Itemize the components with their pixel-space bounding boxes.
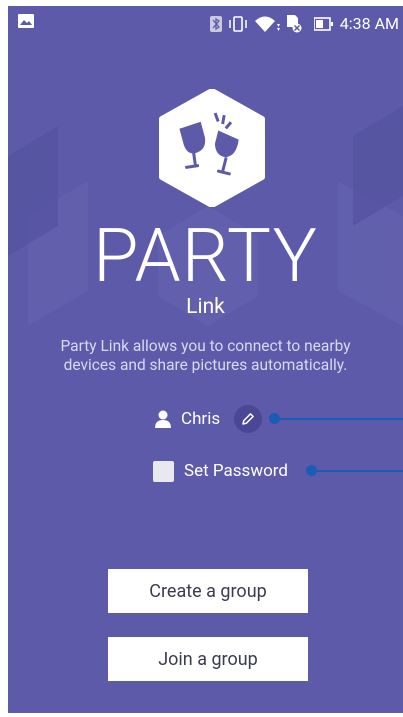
bluetooth-icon	[209, 15, 222, 32]
party-link-logo-icon	[159, 89, 265, 207]
battery-icon	[313, 16, 333, 31]
app-subtitle: Link	[186, 295, 225, 319]
party-link-screen: 4:38 AM PARTY Link Party Link allows you…	[8, 6, 403, 713]
set-password-checkbox[interactable]	[153, 460, 174, 482]
image-icon	[18, 14, 34, 28]
no-sim-icon	[286, 14, 302, 32]
status-bar: 4:38 AM	[8, 6, 403, 40]
set-password-label: Set Password	[184, 461, 288, 481]
person-icon	[155, 410, 171, 428]
app-title: PARTY	[92, 213, 319, 300]
app-description: Party Link allows you to connect to near…	[60, 337, 351, 375]
name-callout-line	[274, 418, 403, 420]
pencil-icon	[242, 413, 254, 425]
set-password-option[interactable]: Set Password	[153, 458, 288, 484]
status-time: 4:38 AM	[339, 14, 399, 33]
vibrate-icon	[229, 15, 247, 32]
edit-name-button[interactable]	[234, 405, 263, 433]
create-group-button[interactable]: Create a group	[108, 569, 308, 613]
user-name: Chris	[181, 409, 221, 429]
status-icons: 4:38 AM	[209, 14, 399, 33]
wifi-icon	[254, 16, 280, 32]
password-callout-line	[312, 470, 403, 472]
join-group-button[interactable]: Join a group	[108, 637, 308, 681]
user-row: Chris	[155, 404, 263, 434]
